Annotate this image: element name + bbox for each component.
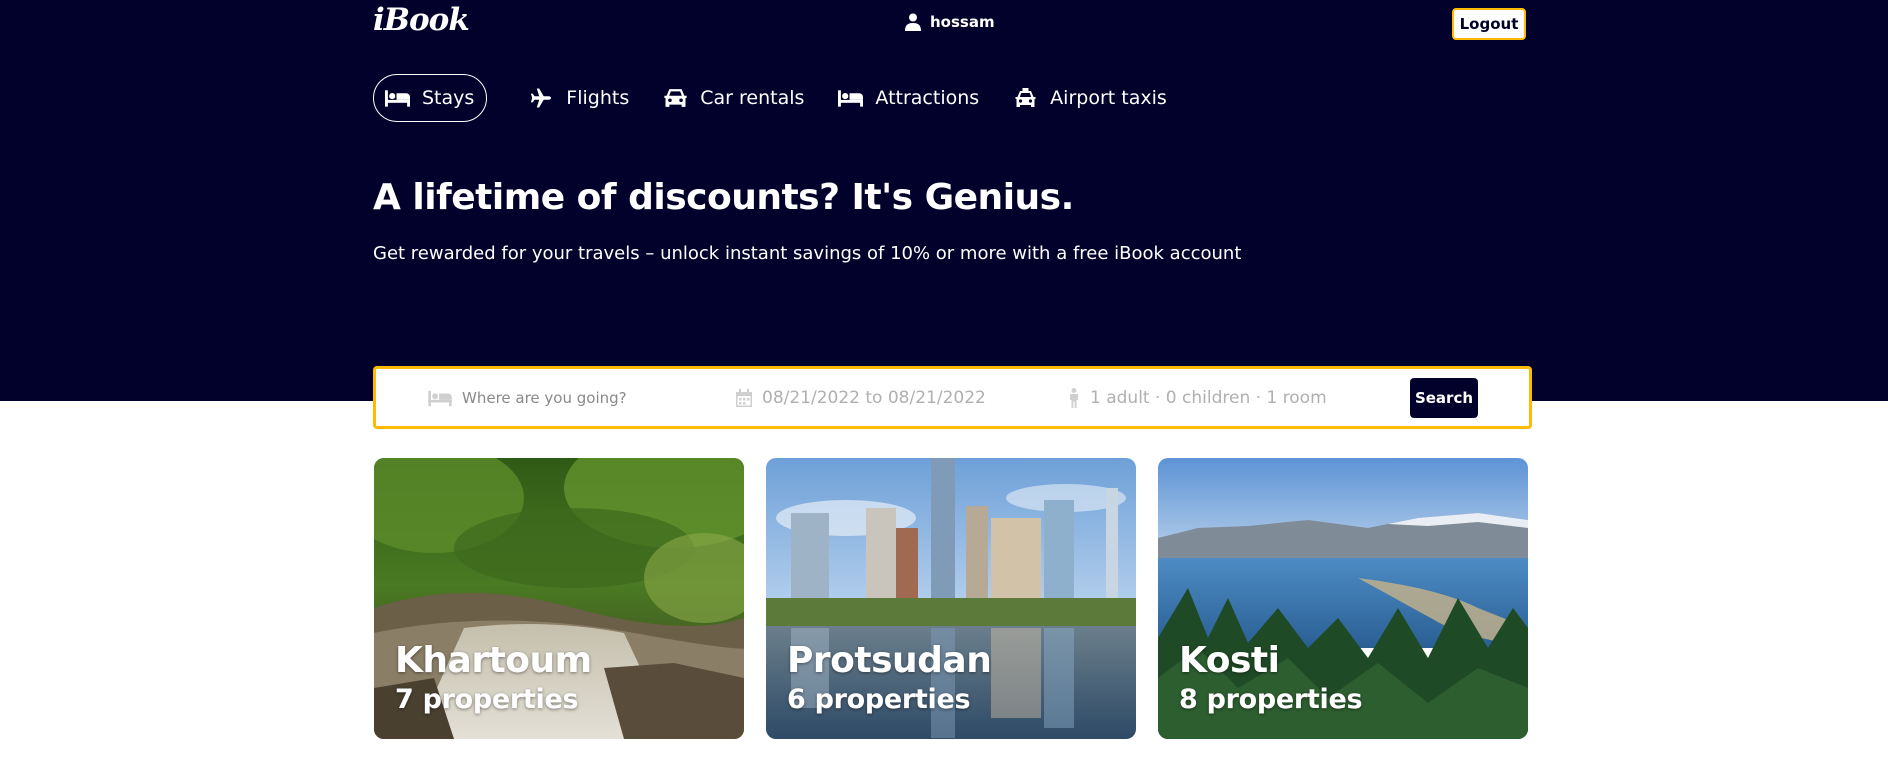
destination-card-kosti[interactable]: Kosti 8 properties bbox=[1158, 458, 1528, 739]
hero-title: A lifetime of discounts? It's Genius. bbox=[373, 177, 1074, 218]
destination-card-protsudan[interactable]: Protsudan 6 properties bbox=[766, 458, 1136, 739]
plane-icon bbox=[531, 88, 552, 108]
logout-button[interactable]: Logout bbox=[1452, 8, 1526, 40]
nav-item-airport-taxis[interactable]: Airport taxis bbox=[1013, 74, 1167, 122]
nav-bar: Stays Flights Car rentals Attractions Ai… bbox=[373, 74, 1201, 122]
card-city: Protsudan bbox=[787, 640, 992, 681]
guests-selector[interactable]: 1 adult · 0 children · 1 room bbox=[1068, 369, 1327, 426]
date-range-picker[interactable]: 08/21/2022 to 08/21/2022 bbox=[736, 369, 986, 426]
search-button[interactable]: Search bbox=[1410, 378, 1478, 418]
bed-icon bbox=[838, 90, 864, 107]
nav-item-attractions[interactable]: Attractions bbox=[838, 74, 979, 122]
username: hossam bbox=[930, 13, 995, 31]
taxi-icon bbox=[1015, 88, 1036, 107]
date-range-value: 08/21/2022 to 08/21/2022 bbox=[762, 387, 986, 408]
card-city: Khartoum bbox=[395, 640, 592, 681]
search-bar: Where are you going? 08/21/2022 to 08/21… bbox=[373, 366, 1532, 429]
destination-placeholder: Where are you going? bbox=[462, 388, 627, 407]
calendar-icon bbox=[736, 388, 752, 407]
user-badge[interactable]: hossam bbox=[904, 13, 995, 31]
featured-destinations: Khartoum 7 properties Protsudan 6 proper… bbox=[374, 458, 1528, 739]
nav-item-label: Car rentals bbox=[700, 87, 805, 109]
logo[interactable]: iBook bbox=[373, 2, 470, 38]
card-properties: 6 properties bbox=[787, 684, 971, 715]
nav-item-label: Stays bbox=[422, 87, 475, 109]
card-properties: 8 properties bbox=[1179, 684, 1363, 715]
nav-item-stays[interactable]: Stays bbox=[373, 74, 488, 122]
nav-item-car-rentals[interactable]: Car rentals bbox=[663, 74, 804, 122]
bed-icon bbox=[428, 390, 452, 406]
guests-value: 1 adult · 0 children · 1 room bbox=[1090, 387, 1327, 408]
destination-card-khartoum[interactable]: Khartoum 7 properties bbox=[374, 458, 744, 739]
destination-input[interactable]: Where are you going? bbox=[428, 369, 627, 426]
nav-item-flights[interactable]: Flights bbox=[529, 74, 629, 122]
nav-item-label: Attractions bbox=[875, 87, 980, 109]
nav-item-label: Airport taxis bbox=[1050, 87, 1167, 109]
card-city: Kosti bbox=[1179, 640, 1280, 681]
nav-item-label: Flights bbox=[566, 87, 630, 109]
card-properties: 7 properties bbox=[395, 684, 579, 715]
hero-subtitle: Get rewarded for your travels – unlock i… bbox=[373, 243, 1242, 264]
hero-banner: iBook hossam Logout Stays Flights Car re… bbox=[0, 0, 1888, 401]
person-icon bbox=[1070, 387, 1078, 408]
car-icon bbox=[664, 89, 687, 107]
bed-icon bbox=[385, 90, 410, 107]
user-icon bbox=[905, 13, 921, 31]
